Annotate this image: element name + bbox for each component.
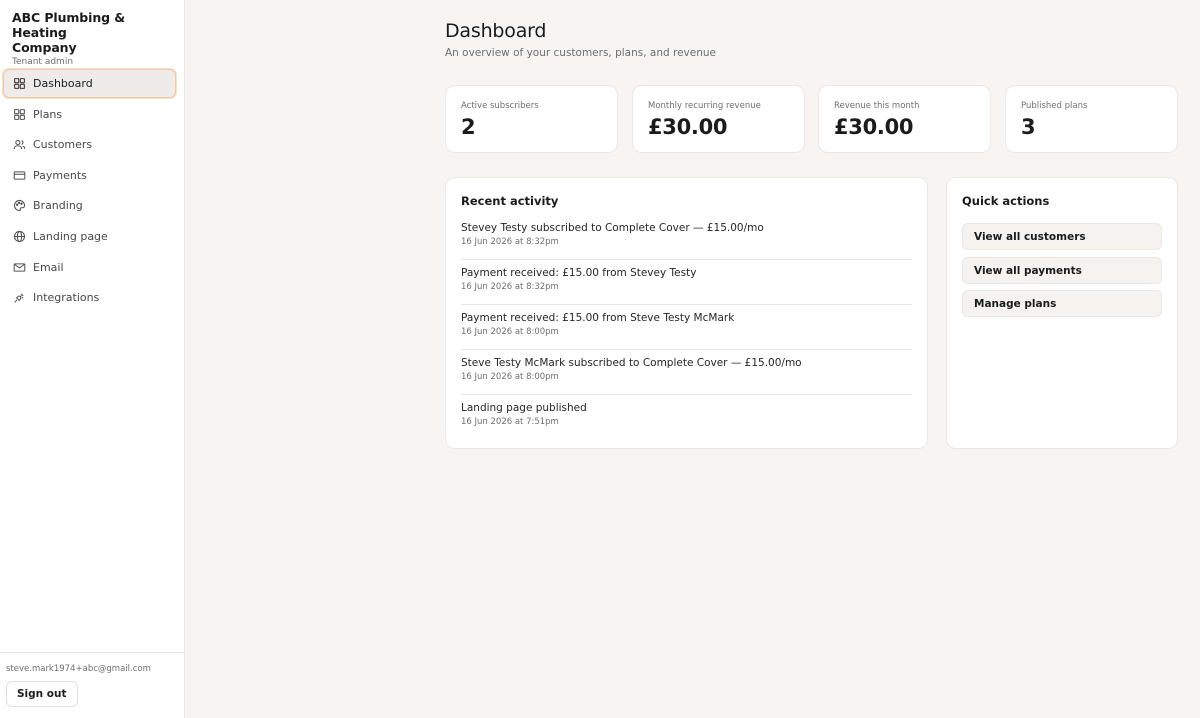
- stat-value: 2: [461, 115, 476, 139]
- stat-label: Revenue this month: [834, 101, 920, 111]
- sidebar-item-integrations[interactable]: Integrations: [3, 283, 176, 312]
- sign-out-button[interactable]: Sign out: [6, 681, 78, 707]
- activity-text: Landing page published: [461, 402, 587, 414]
- list-item: Payment received: £15.00 from Steve Test…: [461, 305, 912, 350]
- sidebar-item-label: Plans: [33, 107, 63, 121]
- plug-icon: [13, 291, 26, 304]
- stat-label: Monthly recurring revenue: [648, 101, 761, 111]
- sidebar-item-label: Landing page: [33, 229, 108, 243]
- activity-time: 16 Jun 2026 at 7:51pm: [461, 417, 559, 427]
- user-email: steve.mark1974+abc@gmail.com: [6, 664, 151, 674]
- manage-plans-button[interactable]: Manage plans: [962, 290, 1162, 317]
- activity-time: 16 Jun 2026 at 8:00pm: [461, 372, 559, 382]
- page-title: Dashboard: [445, 20, 547, 42]
- sidebar-item-dashboard[interactable]: Dashboard: [3, 69, 176, 98]
- activity-text: Payment received: £15.00 from Steve Test…: [461, 312, 735, 324]
- mail-icon: [13, 261, 26, 274]
- grid-icon: [13, 108, 26, 121]
- brand-role: Tenant admin: [12, 57, 74, 67]
- brand: ABC Plumbing & Heating Company Tenant ad…: [0, 0, 184, 67]
- sidebar: ABC Plumbing & Heating Company Tenant ad…: [0, 0, 185, 718]
- sidebar-item-label: Integrations: [33, 291, 100, 305]
- globe-icon: [13, 230, 26, 243]
- page-subtitle: An overview of your customers, plans, an…: [445, 47, 717, 59]
- stat-card-active-subscribers: Active subscribers 2: [445, 85, 618, 153]
- recent-activity-card: Recent activity Stevey Testy subscribed …: [445, 177, 928, 449]
- activity-text: Steve Testy McMark subscribed to Complet…: [461, 357, 802, 369]
- sidebar-item-label: Dashboard: [33, 77, 93, 90]
- credit-card-icon: [13, 169, 26, 182]
- view-all-customers-button[interactable]: View all customers: [962, 223, 1162, 250]
- view-all-payments-button[interactable]: View all payments: [962, 256, 1162, 284]
- activity-text: Payment received: £15.00 from Stevey Tes…: [461, 267, 697, 279]
- activity-list: Stevey Testy subscribed to Complete Cove…: [461, 222, 912, 440]
- list-item: Stevey Testy subscribed to Complete Cove…: [461, 222, 912, 260]
- quick-actions-title: Quick actions: [962, 194, 1050, 208]
- list-item: Landing page published 16 Jun 2026 at 7:…: [461, 395, 912, 440]
- sidebar-item-label: Branding: [33, 199, 83, 213]
- sidebar-item-email[interactable]: Email: [3, 253, 176, 282]
- sidebar-item-payments[interactable]: Payments: [3, 161, 176, 190]
- stat-label: Published plans: [1021, 101, 1088, 111]
- quick-actions-list: View all customers View all payments Man…: [962, 223, 1162, 317]
- brand-name: ABC Plumbing & Heating Company: [12, 10, 172, 55]
- stat-card-monthly-recurring-revenue: Monthly recurring revenue £30.00: [632, 85, 805, 153]
- stat-value: £30.00: [834, 115, 914, 139]
- activity-text: Stevey Testy subscribed to Complete Cove…: [461, 222, 764, 234]
- users-icon: [13, 138, 26, 151]
- sidebar-item-branding[interactable]: Branding: [3, 191, 176, 220]
- quick-actions-card: Quick actions View all customers View al…: [946, 177, 1178, 449]
- stat-card-revenue-this-month: Revenue this month £30.00: [818, 85, 991, 153]
- recent-activity-title: Recent activity: [461, 194, 559, 208]
- brand-name-line1: ABC Plumbing & Heating: [12, 10, 126, 40]
- activity-time: 16 Jun 2026 at 8:00pm: [461, 327, 559, 337]
- activity-time: 16 Jun 2026 at 8:32pm: [461, 237, 559, 247]
- sidebar-item-label: Payments: [33, 168, 87, 182]
- sidebar-footer: steve.mark1974+abc@gmail.com Sign out: [0, 652, 184, 718]
- list-item: Payment received: £15.00 from Stevey Tes…: [461, 260, 912, 305]
- sidebar-item-landing-page[interactable]: Landing page: [3, 222, 176, 251]
- grid-icon: [13, 77, 26, 90]
- palette-icon: [13, 199, 26, 212]
- sidebar-item-label: Email: [33, 260, 64, 274]
- brand-name-line2: Company: [12, 40, 77, 55]
- sidebar-item-plans[interactable]: Plans: [3, 100, 176, 129]
- sidebar-item-label: Customers: [33, 138, 93, 152]
- sidebar-item-customers[interactable]: Customers: [3, 130, 176, 159]
- stat-value: 3: [1021, 115, 1036, 139]
- list-item: Steve Testy McMark subscribed to Complet…: [461, 350, 912, 395]
- activity-time: 16 Jun 2026 at 8:32pm: [461, 282, 559, 292]
- stat-value: £30.00: [648, 115, 728, 139]
- stat-card-published-plans: Published plans 3: [1005, 85, 1178, 153]
- page-header: Dashboard An overview of your customers,…: [445, 20, 716, 59]
- sidebar-nav: Dashboard Plans Customers Payments Brand…: [3, 69, 176, 314]
- stat-label: Active subscribers: [461, 101, 539, 111]
